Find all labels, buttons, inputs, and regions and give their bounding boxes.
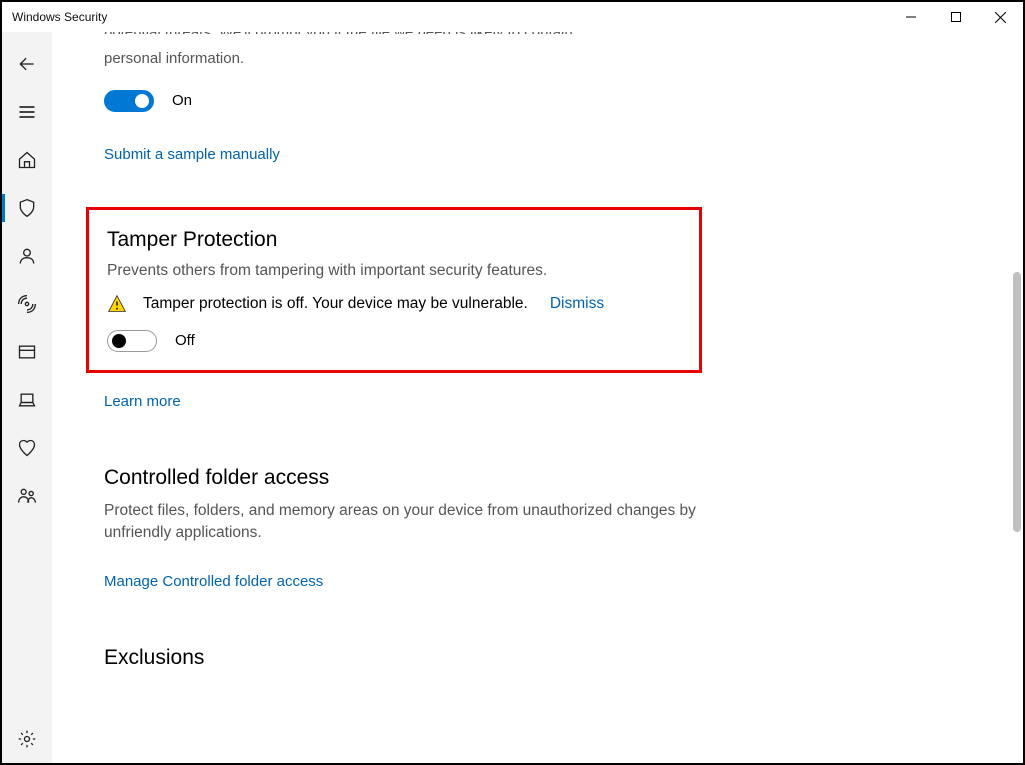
sidebar-item-account[interactable] [2, 232, 52, 280]
window-title: Windows Security [12, 10, 107, 24]
cfa-description: Protect files, folders, and memory areas… [104, 500, 764, 545]
exclusions-heading: Exclusions [104, 646, 874, 670]
automatic-sample-toggle[interactable] [104, 90, 154, 112]
sidebar-item-family[interactable] [2, 472, 52, 520]
minimize-icon [906, 12, 916, 22]
network-icon [17, 294, 37, 314]
home-icon [17, 150, 37, 170]
close-button[interactable] [978, 2, 1023, 32]
shield-icon [17, 198, 37, 218]
laptop-icon [17, 390, 37, 410]
manage-cfa-link[interactable]: Manage Controlled folder access [104, 573, 323, 590]
window-icon [17, 342, 37, 362]
sidebar [2, 32, 52, 763]
scrollbar-thumb[interactable] [1013, 272, 1021, 532]
dismiss-link[interactable]: Dismiss [550, 295, 604, 313]
back-button[interactable] [2, 40, 52, 88]
exclusions-section: Exclusions [104, 646, 874, 670]
titlebar: Windows Security [2, 2, 1023, 32]
toggle-state-label: On [172, 92, 192, 109]
tamper-learn-more-link[interactable]: Learn more [104, 393, 181, 410]
sidebar-item-device-health[interactable] [2, 424, 52, 472]
minimize-button[interactable] [888, 2, 933, 32]
sidebar-item-settings[interactable] [2, 715, 52, 763]
warning-icon [107, 294, 127, 314]
tamper-warning-text: Tamper protection is off. Your device ma… [143, 295, 528, 313]
sidebar-item-virus-protection[interactable] [2, 184, 52, 232]
tamper-protection-callout: Tamper Protection Prevents others from t… [86, 207, 702, 373]
submit-sample-link[interactable]: Submit a sample manually [104, 146, 280, 163]
cfa-heading: Controlled folder access [104, 466, 874, 490]
person-icon [17, 246, 37, 266]
maximize-button[interactable] [933, 2, 978, 32]
tamper-heading: Tamper Protection [107, 228, 679, 252]
sidebar-item-home[interactable] [2, 136, 52, 184]
sidebar-item-app-browser[interactable] [2, 328, 52, 376]
menu-button[interactable] [2, 88, 52, 136]
heart-icon [17, 438, 37, 458]
sidebar-item-device-security[interactable] [2, 376, 52, 424]
tamper-toggle[interactable] [107, 330, 157, 352]
truncated-text-top: potential threats. We'll prompt you if t… [104, 32, 874, 34]
family-icon [17, 486, 37, 506]
main-content[interactable]: potential threats. We'll prompt you if t… [52, 32, 1023, 763]
truncated-text-line2: personal information. [104, 48, 874, 70]
hamburger-icon [17, 102, 37, 122]
gear-icon [17, 729, 37, 749]
scrollbar[interactable] [1013, 32, 1021, 761]
maximize-icon [951, 12, 961, 22]
sidebar-item-firewall[interactable] [2, 280, 52, 328]
close-icon [995, 12, 1006, 23]
controlled-folder-section: Controlled folder access Protect files, … [104, 466, 874, 590]
back-arrow-icon [17, 54, 37, 74]
tamper-toggle-state: Off [175, 332, 195, 349]
tamper-description: Prevents others from tampering with impo… [107, 262, 679, 280]
window-controls [888, 2, 1023, 32]
